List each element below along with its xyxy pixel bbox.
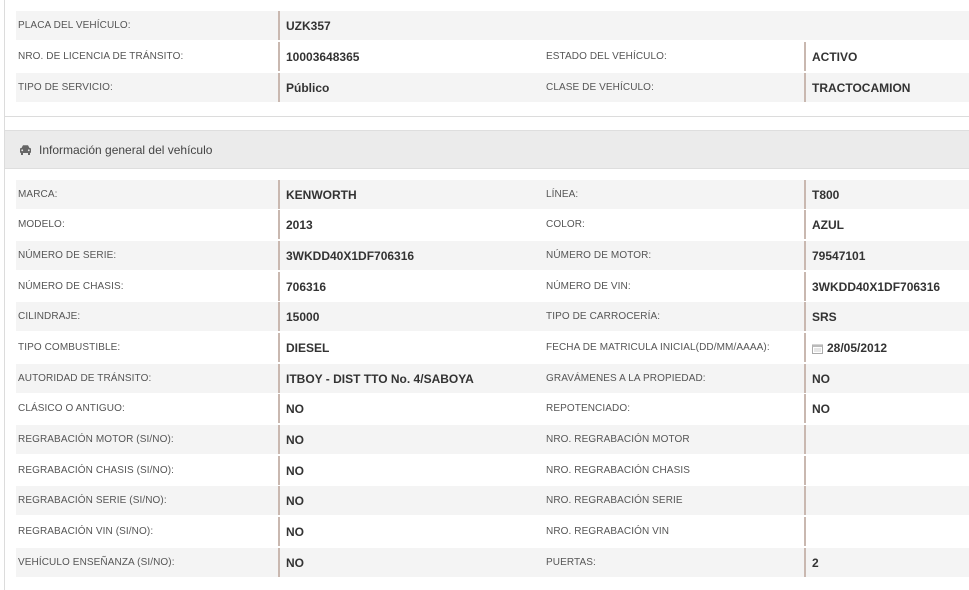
displacement-value-2: SRS <box>804 302 837 331</box>
fuel-label: TIPO COMBUSTIBLE: <box>18 342 121 353</box>
plate-value: UZK357 <box>278 11 331 40</box>
serial-value: 3WKDD40X1DF706316 <box>278 241 414 270</box>
detail-row-re-chassis: REGRABACIÓN CHASIS (SI/NO): NO NRO. REGRAB… <box>16 456 969 485</box>
authority-value-2: NO <box>804 364 830 393</box>
car-icon <box>19 144 32 156</box>
chassis-value: 706316 <box>278 272 326 301</box>
classic-label: CLÁSICO O ANTIGUO: <box>18 403 125 414</box>
divider <box>4 116 969 117</box>
classic-label-2: REPOTENCIADO: <box>546 403 631 414</box>
section-title: Información general del vehículo <box>39 142 213 157</box>
re-vin-value: NO <box>278 517 304 546</box>
detail-row-re-engine: REGRABACIÓN MOTOR (SI/NO): NO NRO. REGRABA… <box>16 425 969 454</box>
registration-date-value: 28/05/2012 <box>827 340 888 355</box>
brand-value-2: T800 <box>804 180 839 209</box>
detail-row-re-vin: REGRABACIÓN VIN (SI/NO): NO NRO. REGRABACI… <box>16 517 969 546</box>
serial-label-2: NÚMERO DE MOTOR: <box>546 250 652 261</box>
brand-value: KENWORTH <box>278 180 357 209</box>
vehicle-class-value: TRACTOCAMION <box>804 73 910 102</box>
status-label: ESTADO DEL VEHÍCULO: <box>546 51 667 62</box>
classic-value-2: NO <box>804 394 830 423</box>
re-serial-label-2: NRO. REGRABACIÓN SERIE <box>546 495 683 506</box>
info-row-license: NRO. DE LICENCIA DE TRÁNSITO: 1000364836… <box>16 42 969 71</box>
chassis-value-2: 3WKDD40X1DF706316 <box>804 272 940 301</box>
authority-value: ITBOY - DIST TTO No. 4/SABOYA <box>278 364 474 393</box>
teaching-value-2: 2 <box>804 548 819 577</box>
teaching-value: NO <box>278 548 304 577</box>
re-vin-value-2 <box>804 517 812 546</box>
model-value: 2013 <box>278 210 313 239</box>
vehicle-class-label: CLASE DE VEHÍCULO: <box>546 82 654 93</box>
chassis-label-2: NÚMERO DE VIN: <box>546 281 631 292</box>
teaching-label-2: PUERTAS: <box>546 557 596 568</box>
serial-value-2: 79547101 <box>804 241 865 270</box>
model-value-2: AZUL <box>804 210 844 239</box>
re-engine-value: NO <box>278 425 304 454</box>
license-label: NRO. DE LICENCIA DE TRÁNSITO: <box>18 51 184 62</box>
re-serial-label: REGRABACIÓN SERIE (SI/NO): <box>18 495 167 506</box>
detail-row-re-serial: REGRABACIÓN SERIE (SI/NO): NO NRO. REGRABA… <box>16 486 969 515</box>
displacement-label: CILINDRAJE: <box>18 311 81 322</box>
re-chassis-label: REGRABACIÓN CHASIS (SI/NO): <box>18 465 175 476</box>
detail-row-brand: MARCA: KENWORTH LÍNEA: T800 <box>16 180 969 209</box>
fuel-value: DIESEL <box>278 333 329 362</box>
detail-row-teaching: VEHÍCULO ENSEÑANZA (SI/NO): NO PUERTAS: 2 <box>16 548 969 577</box>
displacement-value: 15000 <box>278 302 319 331</box>
displacement-label-2: TIPO DE CARROCERÍA: <box>546 311 661 322</box>
service-type-label: TIPO DE SERVICIO: <box>18 82 113 93</box>
detail-row-chassis: NÚMERO DE CHASIS: 706316 NÚMERO DE VIN: 3WK… <box>16 272 969 301</box>
re-engine-value-2 <box>804 425 812 454</box>
status-value: ACTIVO <box>804 42 857 71</box>
chassis-label: NÚMERO DE CHASIS: <box>18 281 124 292</box>
brand-label-2: LÍNEA: <box>546 189 579 200</box>
detail-row-serial: NÚMERO DE SERIE: 3WKDD40X1DF706316 NÚMERO … <box>16 241 969 270</box>
info-row-plate: PLACA DEL VEHÍCULO: UZK357 <box>16 11 969 40</box>
calendar-icon <box>812 343 823 354</box>
plate-label: PLACA DEL VEHÍCULO: <box>18 20 131 31</box>
re-engine-label: REGRABACIÓN MOTOR (SI/NO): <box>18 434 174 445</box>
re-serial-value-2 <box>804 486 812 515</box>
model-label: MODELO: <box>18 219 65 230</box>
fuel-label-2: FECHA DE MATRICULA INICIAL(DD/MM/AAAA): <box>546 342 770 353</box>
authority-label-2: GRAVÁMENES A LA PROPIEDAD: <box>546 373 706 384</box>
re-serial-value: NO <box>278 486 304 515</box>
classic-value: NO <box>278 394 304 423</box>
re-chassis-value: NO <box>278 456 304 485</box>
detail-row-model: MODELO: 2013 COLOR: AZUL <box>16 210 969 239</box>
detail-row-classic: CLÁSICO O ANTIGUO: NO REPOTENCIADO: NO <box>16 394 969 423</box>
re-chassis-value-2 <box>804 456 812 485</box>
teaching-label: VEHÍCULO ENSEÑANZA (SI/NO): <box>18 557 175 568</box>
detail-row-fuel: TIPO COMBUSTIBLE: DIESEL FECHA DE MATRICUL… <box>16 333 969 362</box>
fuel-value-2: 28/05/2012 <box>804 333 887 362</box>
detail-row-authority: AUTORIDAD DE TRÁNSITO: ITBOY - DIST TTO N… <box>16 364 969 393</box>
re-vin-label: REGRABACIÓN VIN (SI/NO): <box>18 526 154 537</box>
re-vin-label-2: NRO. REGRABACIÓN VIN <box>546 526 670 537</box>
re-engine-label-2: NRO. REGRABACIÓN MOTOR <box>546 434 690 445</box>
serial-label: NÚMERO DE SERIE: <box>18 250 117 261</box>
section-header-general-info[interactable]: Información general del vehículo <box>5 130 969 169</box>
model-label-2: COLOR: <box>546 219 585 230</box>
license-value: 10003648365 <box>278 42 359 71</box>
info-row-service: TIPO DE SERVICIO: Público CLASE DE VEHÍC… <box>16 73 969 102</box>
service-type-value: Público <box>278 73 329 102</box>
authority-label: AUTORIDAD DE TRÁNSITO: <box>18 373 152 384</box>
brand-label: MARCA: <box>18 189 58 200</box>
re-chassis-label-2: NRO. REGRABACIÓN CHASIS <box>546 465 690 476</box>
detail-row-displacement: CILINDRAJE: 15000 TIPO DE CARROCERÍA: SRS <box>16 302 969 331</box>
